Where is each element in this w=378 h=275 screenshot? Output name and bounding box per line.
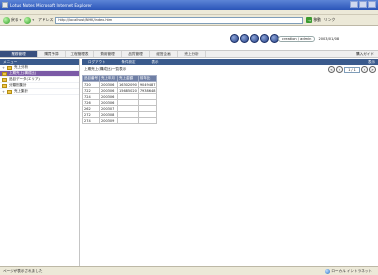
window-title: Lotus Notes Microsoft Internet Explorer bbox=[10, 2, 92, 8]
menu-item-label: 品目データ(エリア) bbox=[9, 77, 40, 81]
zone-label: ローカル イントラネット bbox=[331, 268, 372, 273]
folder-icon bbox=[2, 83, 7, 88]
table-cell: 200309 bbox=[99, 117, 118, 124]
column-header[interactable]: 品目番号 bbox=[82, 75, 100, 82]
main-content: ログアウト 条件設定 表示 表示 上期売上(構成比)一覧表示 « ‹ 1 / 1… bbox=[82, 59, 378, 266]
nav-tab-5[interactable]: 経営企画 bbox=[150, 51, 178, 57]
nav-tab-1[interactable]: 購買予算 bbox=[38, 51, 66, 57]
nav-tab-4[interactable]: 品質管理 bbox=[122, 51, 150, 57]
security-zone: ローカル イントラネット bbox=[325, 268, 372, 274]
user-badge: creation / admin bbox=[278, 36, 316, 42]
column-header[interactable]: 売上年月 bbox=[99, 75, 118, 82]
expand-icon[interactable]: + bbox=[2, 66, 6, 70]
content-tab-right[interactable]: 表示 bbox=[368, 60, 375, 65]
folder-icon bbox=[7, 65, 12, 70]
content-subtitle: 上期売上(構成比)一覧表示 bbox=[84, 67, 127, 71]
forward-arrow-icon bbox=[24, 16, 32, 24]
main-nav: 業務管理 購買予算 工程管理表 費用管理 品質管理 経営企画 売上分析 購入ガイ… bbox=[0, 50, 378, 58]
logo-circle-icon bbox=[240, 34, 249, 43]
content-subbar: 上期売上(構成比)一覧表示 « ‹ 1 / 1 › » bbox=[82, 66, 378, 73]
back-label: 戻る bbox=[11, 17, 19, 22]
table-cell bbox=[137, 117, 158, 124]
maximize-button[interactable] bbox=[359, 1, 367, 8]
globe-icon bbox=[325, 268, 331, 274]
date-label: 2003/01/08 bbox=[318, 37, 340, 41]
logo-circle-icon bbox=[230, 34, 239, 43]
status-text: ページが表示されました bbox=[3, 268, 43, 273]
table-cell: 274 bbox=[82, 117, 100, 124]
menu-item-label: 売上集計 bbox=[14, 89, 28, 93]
nav-guide-link[interactable]: 購入ガイド bbox=[356, 51, 374, 57]
logo-group bbox=[230, 34, 279, 43]
content-tab-2[interactable]: 表示 bbox=[152, 60, 159, 65]
forward-button[interactable]: ▾ bbox=[24, 16, 34, 24]
next-page-button[interactable]: › bbox=[361, 66, 368, 73]
folder-icon bbox=[7, 89, 12, 94]
page-input[interactable]: 1 / 1 bbox=[344, 66, 360, 73]
browser-icon bbox=[2, 2, 8, 8]
content-tab-1[interactable]: 条件設定 bbox=[122, 60, 136, 65]
logo-circle-icon bbox=[250, 34, 259, 43]
minimize-button[interactable] bbox=[350, 1, 358, 8]
status-bar: ページが表示されました ローカル イントラネット bbox=[0, 266, 378, 275]
first-page-button[interactable]: « bbox=[328, 66, 335, 73]
prev-page-button[interactable]: ‹ bbox=[336, 66, 343, 73]
close-button[interactable] bbox=[368, 1, 376, 8]
go-button[interactable]: → 移動 bbox=[306, 17, 321, 23]
menu-item-label: 売上分析 bbox=[14, 65, 28, 69]
left-menu-panel: メニュー + 売上分析 上期売上(構成比) 品目データ(エリア) 分類別集計 +… bbox=[0, 59, 80, 266]
nav-tab-6[interactable]: 売上分析 bbox=[178, 51, 206, 57]
window-titlebar: Lotus Notes Microsoft Internet Explorer bbox=[0, 0, 378, 10]
back-arrow-icon bbox=[3, 16, 10, 24]
user-info: creation / admin 2003/01/08 bbox=[278, 36, 339, 42]
folder-icon bbox=[2, 71, 7, 76]
chevron-down-icon: ▾ bbox=[19, 18, 22, 22]
expand-icon[interactable]: + bbox=[2, 90, 6, 94]
address-input[interactable]: http://localhost/NHK/index.htm bbox=[55, 16, 304, 24]
content-tabstrip: ログアウト 条件設定 表示 表示 bbox=[82, 59, 378, 65]
nav-tab-2[interactable]: 工程管理表 bbox=[66, 51, 94, 57]
back-button[interactable]: 戻る ▾ bbox=[3, 16, 21, 24]
links-button[interactable]: リンク bbox=[324, 17, 335, 23]
address-label: アドレス bbox=[38, 17, 54, 22]
nav-tab-3[interactable]: 費用管理 bbox=[94, 51, 122, 57]
go-arrow-icon: → bbox=[306, 17, 313, 23]
table-row[interactable]: 274 200309 bbox=[82, 117, 158, 124]
menu-item-label: 上期売上(構成比) bbox=[9, 71, 37, 75]
browser-toolbar: 戻る ▾ ▾ アドレス http://localhost/NHK/index.h… bbox=[0, 15, 378, 26]
window-controls bbox=[350, 1, 376, 8]
folder-icon bbox=[2, 77, 7, 82]
menu-item-label: 分類別集計 bbox=[9, 83, 27, 87]
nav-tab-0[interactable]: 業務管理 bbox=[0, 51, 38, 57]
go-label: 移動 bbox=[313, 17, 321, 22]
chevron-down-icon: ▾ bbox=[32, 18, 35, 22]
web-page: creation / admin 2003/01/08 業務管理 購買予算 工程… bbox=[0, 26, 378, 266]
pager: « ‹ 1 / 1 › » bbox=[328, 66, 376, 73]
table-header-row: 品目番号 売上年月 売上金額 前年比 bbox=[82, 75, 158, 82]
last-page-button[interactable]: » bbox=[369, 66, 376, 73]
content-tab-0[interactable]: ログアウト bbox=[88, 60, 106, 65]
menu-item-4[interactable]: + 売上集計 bbox=[0, 89, 79, 95]
data-table: 品目番号 売上年月 売上金額 前年比 720 200306 16302090 9… bbox=[82, 75, 158, 124]
table-cell bbox=[117, 117, 139, 124]
logo-circle-icon bbox=[260, 34, 269, 43]
